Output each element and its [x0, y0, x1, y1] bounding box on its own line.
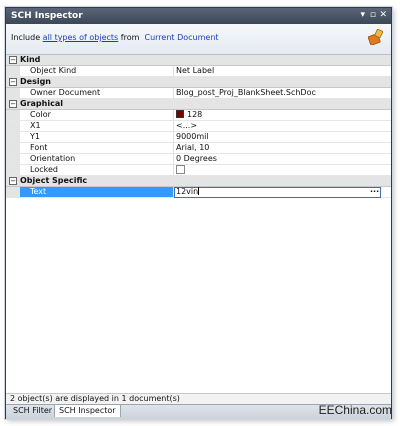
property-value: <...>: [176, 121, 197, 130]
property-value: 128: [176, 110, 202, 119]
status-text: 2 object(s) are displayed in 1 document(…: [10, 394, 180, 403]
category-kind[interactable]: − Kind: [6, 55, 391, 66]
from-text: from: [120, 33, 140, 42]
category-label: Kind: [20, 55, 41, 64]
collapse-toggle-icon[interactable]: −: [9, 56, 17, 64]
row-gutter: [6, 66, 20, 76]
property-row-object-kind[interactable]: Object Kind Net Label: [6, 66, 391, 77]
property-row-font[interactable]: Font Arial, 10: [6, 143, 391, 154]
property-name: Color: [30, 110, 51, 119]
include-text: Include all types of objects from Curren…: [11, 33, 219, 42]
property-value-text: Arial, 10: [176, 143, 210, 152]
property-row-y1[interactable]: Y1 9000mil: [6, 132, 391, 143]
property-value-text: Net Label: [176, 66, 215, 75]
property-row-color[interactable]: Color 128: [6, 110, 391, 121]
property-value-text: 128: [187, 110, 203, 119]
property-row-locked[interactable]: Locked: [6, 165, 391, 176]
category-design[interactable]: − Design: [6, 77, 391, 88]
category-object-specific[interactable]: − Object Specific: [6, 176, 391, 187]
property-value: Arial, 10: [176, 143, 209, 152]
object-types-link[interactable]: all types of objects: [43, 33, 119, 42]
property-name: Y1: [30, 132, 40, 141]
locked-checkbox[interactable]: [176, 165, 185, 174]
property-value-text: <...>: [176, 121, 198, 130]
property-value: 0 Degrees: [176, 154, 217, 163]
column-separator: [173, 143, 174, 153]
property-value: 9000mil: [176, 132, 209, 141]
property-name: Locked: [30, 165, 58, 174]
property-name: Font: [30, 143, 48, 152]
category-label: Graphical: [20, 99, 63, 108]
property-value-text: Blog_post_Proj_BlankSheet.SchDoc: [176, 88, 316, 97]
title-bar[interactable]: SCH Inspector ▾ ▫ ✕: [6, 8, 391, 24]
pin-menu-icon[interactable]: ▾: [360, 10, 365, 20]
column-separator: [173, 165, 174, 175]
property-value[interactable]: [176, 165, 185, 175]
property-name: Orientation: [30, 154, 76, 163]
watermark: EEChina.com: [318, 403, 392, 417]
include-prefix: Include: [11, 33, 41, 42]
column-separator: [173, 110, 174, 120]
category-label: Object Specific: [20, 176, 88, 185]
category-label: Design: [20, 77, 51, 86]
property-value: Net Label: [176, 66, 214, 75]
property-row-x1[interactable]: X1 <...>: [6, 121, 391, 132]
property-grid: − Kind Object Kind Net Label − Design Owner Do…: [6, 55, 391, 198]
property-row-orientation[interactable]: Orientation 0 Degrees: [6, 154, 391, 165]
collapse-toggle-icon[interactable]: −: [9, 100, 17, 108]
restore-icon[interactable]: ▫: [370, 10, 376, 20]
brush-icon[interactable]: [368, 29, 384, 45]
panel-title: SCH Inspector: [11, 11, 83, 21]
property-name: X1: [30, 121, 41, 130]
property-row-text[interactable]: Text ··· 12vin: [6, 187, 391, 198]
text-cursor: [198, 187, 200, 195]
color-swatch[interactable]: [176, 110, 184, 118]
property-name: Owner Document: [30, 88, 101, 97]
row-gutter: [6, 110, 20, 120]
property-row-owner-document[interactable]: Owner Document Blog_post_Proj_BlankSheet.…: [6, 88, 391, 99]
tab-sch-filter[interactable]: SCH Filter: [9, 405, 58, 417]
property-value-text: 12vin: [176, 187, 199, 196]
collapse-toggle-icon[interactable]: −: [9, 177, 17, 185]
property-value-text: 9000mil: [176, 132, 209, 141]
property-value[interactable]: 12vin: [176, 187, 200, 196]
tab-sch-inspector[interactable]: SCH Inspector: [54, 405, 121, 417]
column-separator: [173, 154, 174, 164]
include-filter-bar: Include all types of objects from Curren…: [6, 24, 391, 55]
row-gutter: [6, 165, 20, 175]
property-name: Object Kind: [30, 66, 77, 75]
property-value-text: 0 Degrees: [176, 154, 217, 163]
row-gutter: [6, 132, 20, 142]
sch-inspector-panel: SCH Inspector ▾ ▫ ✕ Include all types of…: [5, 7, 392, 419]
column-separator: [173, 66, 174, 76]
row-gutter: [6, 88, 20, 98]
category-graphical[interactable]: − Graphical: [6, 99, 391, 110]
close-icon[interactable]: ✕: [379, 10, 387, 20]
text-value-input[interactable]: ···: [174, 187, 381, 198]
column-separator: [173, 121, 174, 131]
row-gutter: [6, 121, 20, 131]
row-gutter: [6, 143, 20, 153]
property-name: Text: [30, 187, 47, 196]
row-gutter: [6, 187, 20, 197]
row-gutter: [6, 154, 20, 164]
collapse-toggle-icon[interactable]: −: [9, 78, 17, 86]
column-separator: [173, 88, 174, 98]
ellipsis-button[interactable]: ···: [370, 187, 379, 197]
column-separator: [173, 132, 174, 142]
scope-link[interactable]: Current Document: [144, 33, 218, 42]
property-value: Blog_post_Proj_BlankSheet.SchDoc: [176, 88, 316, 97]
